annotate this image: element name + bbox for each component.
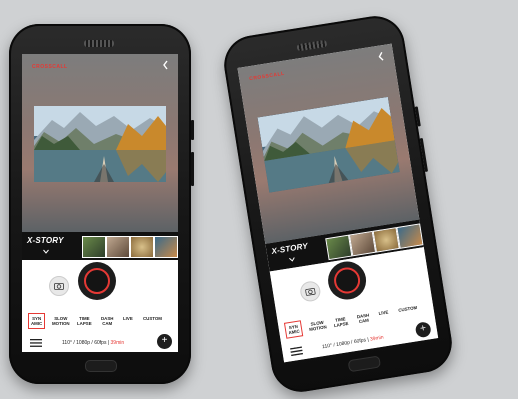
record-ring	[332, 265, 362, 296]
side-button	[191, 120, 194, 140]
phone-tilted: CROSSCALL X-STORY SYN AMIC SLOW MOTION T…	[219, 11, 457, 397]
recording-settings: 110° / 1080p / 60fps | 39min	[322, 335, 384, 351]
mode-dash-cam[interactable]: DASH CAM	[101, 316, 113, 326]
product-scene: CROSSCALL X-STORY SYN AMIC SLOW MOTION T…	[0, 0, 518, 399]
camera-preview: CROSSCALL	[237, 43, 420, 244]
story-thumbnail[interactable]	[82, 236, 106, 258]
story-thumbnail[interactable]	[372, 227, 400, 253]
settings-text: 110° / 1080p / 60fps |	[321, 336, 371, 351]
back-chevron-icon[interactable]	[162, 60, 170, 70]
phone-front: CROSSCALL X-STORY SYN AMIC SLOW MOTION T…	[9, 24, 194, 384]
chevron-down-icon[interactable]	[289, 256, 296, 262]
menu-icon[interactable]	[289, 346, 304, 357]
phone-screen: CROSSCALL X-STORY SYN AMIC SLOW MOTION T…	[22, 54, 178, 352]
mode-synamic[interactable]: SYN AMIC	[28, 313, 46, 329]
speaker-grille	[296, 39, 328, 52]
story-thumbnail[interactable]	[348, 230, 377, 257]
side-button	[414, 106, 421, 127]
status-bar: 110° / 1080p / 60fps | 39min +	[22, 334, 178, 352]
settings-text: 110° / 1080p / 60fps |	[62, 340, 111, 346]
menu-icon[interactable]	[30, 339, 42, 347]
side-button	[191, 152, 194, 186]
mode-slow-motion[interactable]: SLOW MOTION	[308, 319, 327, 332]
mode-custom[interactable]: CUSTOM	[398, 305, 418, 313]
mode-custom[interactable]: CUSTOM	[143, 316, 162, 321]
add-button[interactable]: +	[157, 334, 172, 349]
mode-selector: SYN AMIC SLOW MOTION TIME LAPSE DASH CAM…	[22, 312, 178, 334]
record-button[interactable]	[325, 258, 369, 303]
remaining-time: 39min	[369, 334, 385, 343]
story-thumbnail[interactable]	[106, 236, 130, 258]
x-story-strip: X-STORY	[22, 232, 178, 260]
camera-icon	[305, 287, 316, 296]
landscape-photo	[257, 96, 400, 193]
x-story-title: X-STORY	[27, 236, 64, 245]
recording-settings: 110° / 1080p / 60fps | 39min	[62, 340, 124, 346]
side-button	[419, 137, 429, 172]
mode-synamic[interactable]: SYN AMIC	[283, 320, 304, 339]
brand-logo: CROSSCALL	[32, 64, 68, 70]
home-button	[347, 355, 382, 373]
mode-live[interactable]: LIVE	[378, 309, 388, 315]
back-chevron-icon[interactable]	[377, 51, 386, 62]
photo-mode-button[interactable]	[298, 279, 322, 303]
photo-mode-button[interactable]	[49, 276, 69, 296]
add-button[interactable]: +	[414, 321, 432, 339]
remaining-time: 39min	[110, 340, 125, 346]
mode-live[interactable]: LIVE	[123, 316, 133, 321]
record-button[interactable]	[78, 262, 116, 300]
landscape-photo	[34, 106, 166, 182]
story-thumbnail[interactable]	[325, 234, 353, 261]
x-story-title: X-STORY	[270, 241, 309, 256]
camera-icon	[54, 283, 64, 290]
mode-dash-cam[interactable]: DASH CAM	[357, 313, 371, 325]
speaker-grille	[84, 40, 114, 47]
chevron-down-icon[interactable]	[43, 249, 49, 254]
home-button	[85, 360, 117, 372]
phone-screen: CROSSCALL X-STORY SYN AMIC SLOW MOTION T…	[237, 43, 439, 363]
record-ring	[84, 268, 110, 294]
brand-logo: CROSSCALL	[248, 70, 286, 83]
mode-time-lapse[interactable]: TIME LAPSE	[77, 316, 92, 326]
mode-slow-motion[interactable]: SLOW MOTION	[52, 316, 70, 326]
mode-time-lapse[interactable]: TIME LAPSE	[333, 316, 349, 328]
story-thumbnail[interactable]	[130, 236, 154, 258]
story-thumbnail[interactable]	[396, 223, 424, 249]
camera-preview: CROSSCALL	[22, 54, 178, 232]
camera-controls: SYN AMIC SLOW MOTION TIME LAPSE DASH CAM…	[22, 260, 178, 352]
story-thumbnail[interactable]	[154, 236, 178, 258]
